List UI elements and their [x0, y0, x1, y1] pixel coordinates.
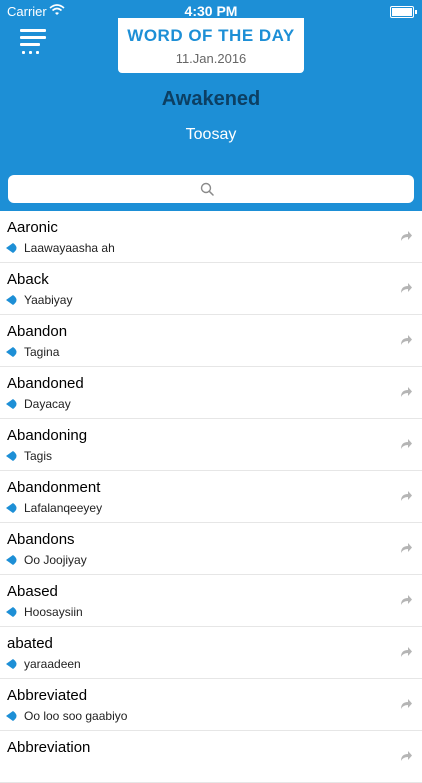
- translation-label: Oo Joojiyay: [24, 553, 87, 567]
- search-input[interactable]: [8, 175, 414, 203]
- word-label: Abbreviation: [7, 739, 91, 756]
- status-time: 4:30 PM: [184, 3, 238, 19]
- share-icon[interactable]: [399, 489, 413, 503]
- search-bar: [0, 167, 422, 211]
- speaker-icon[interactable]: [6, 503, 20, 513]
- share-icon[interactable]: [399, 281, 413, 295]
- share-icon[interactable]: [399, 437, 413, 451]
- speaker-icon[interactable]: [6, 555, 20, 565]
- share-icon[interactable]: [399, 593, 413, 607]
- list-item[interactable]: abated yaraadeen: [0, 627, 422, 679]
- translation-label: Dayacay: [24, 397, 71, 411]
- word-label: Abandon: [7, 323, 68, 340]
- word-label: Abandoning: [7, 427, 88, 444]
- search-icon: [200, 182, 214, 196]
- word-of-the-day-title: WORD OF THE DAY: [127, 26, 295, 45]
- translation-label: Lafalanqeeyey: [24, 501, 103, 515]
- share-icon[interactable]: [399, 385, 413, 399]
- word-label: Aback: [7, 271, 49, 288]
- menu-icon[interactable]: [20, 29, 48, 57]
- word-of-the-day-card[interactable]: WORD OF THE DAY 11.Jan.2016: [118, 18, 304, 73]
- speaker-icon[interactable]: [6, 607, 20, 617]
- speaker-icon[interactable]: [6, 399, 20, 409]
- translation-label: Tagis: [24, 449, 53, 463]
- word-label: Abandonment: [7, 479, 101, 496]
- share-icon[interactable]: [399, 333, 413, 347]
- list-item[interactable]: Abandons Oo Joojiyay: [0, 523, 422, 575]
- word-label: Aaronic: [7, 219, 58, 236]
- word-label: Abased: [7, 583, 58, 600]
- share-icon[interactable]: [399, 749, 413, 763]
- translation-label: yaraadeen: [24, 657, 81, 671]
- translation-label: Laawayaasha ah: [24, 241, 115, 255]
- list-item[interactable]: Abandon Tagina: [0, 315, 422, 367]
- word-of-the-day-date: 11.Jan.2016: [175, 51, 247, 66]
- translation-label: Hoosaysiin: [24, 605, 83, 619]
- share-icon[interactable]: [399, 541, 413, 555]
- list-item[interactable]: Abandonment Lafalanqeeyey: [0, 471, 422, 523]
- speaker-icon[interactable]: [6, 347, 20, 357]
- word-label: Abbreviated: [7, 687, 88, 704]
- word-label: abated: [7, 635, 53, 652]
- translation-label: Tagina: [24, 345, 60, 359]
- translation-label: Yaabiyay: [24, 293, 73, 307]
- translation-label: Oo loo soo gaabiyo: [24, 709, 128, 723]
- word-list: Aaronic Laawayaasha ah Aback Yaabiyay Ab…: [0, 211, 422, 783]
- speaker-icon[interactable]: [6, 659, 20, 669]
- share-icon[interactable]: [399, 697, 413, 711]
- featured-word: Awakened: [161, 88, 261, 110]
- share-icon[interactable]: [399, 645, 413, 659]
- featured-translation: Toosay: [185, 126, 237, 143]
- share-icon[interactable]: [399, 229, 413, 243]
- battery-icon: [390, 6, 417, 18]
- speaker-icon[interactable]: [6, 243, 20, 253]
- header: Carrier 4:30 PM WORD OF THE DAY 11.Jan.2…: [0, 0, 422, 167]
- speaker-icon[interactable]: [6, 295, 20, 305]
- list-item[interactable]: Abbreviated Oo loo soo gaabiyo: [0, 679, 422, 731]
- list-item[interactable]: Abandoning Tagis: [0, 419, 422, 471]
- list-item[interactable]: Aaronic Laawayaasha ah: [0, 211, 422, 263]
- word-label: Abandoned: [7, 375, 84, 392]
- list-item[interactable]: Abased Hoosaysiin: [0, 575, 422, 627]
- list-item[interactable]: Aback Yaabiyay: [0, 263, 422, 315]
- speaker-icon[interactable]: [6, 451, 20, 461]
- list-item[interactable]: Abandoned Dayacay: [0, 367, 422, 419]
- speaker-icon[interactable]: [6, 711, 20, 721]
- list-item[interactable]: Abbreviation: [0, 731, 422, 783]
- word-label: Abandons: [7, 531, 75, 548]
